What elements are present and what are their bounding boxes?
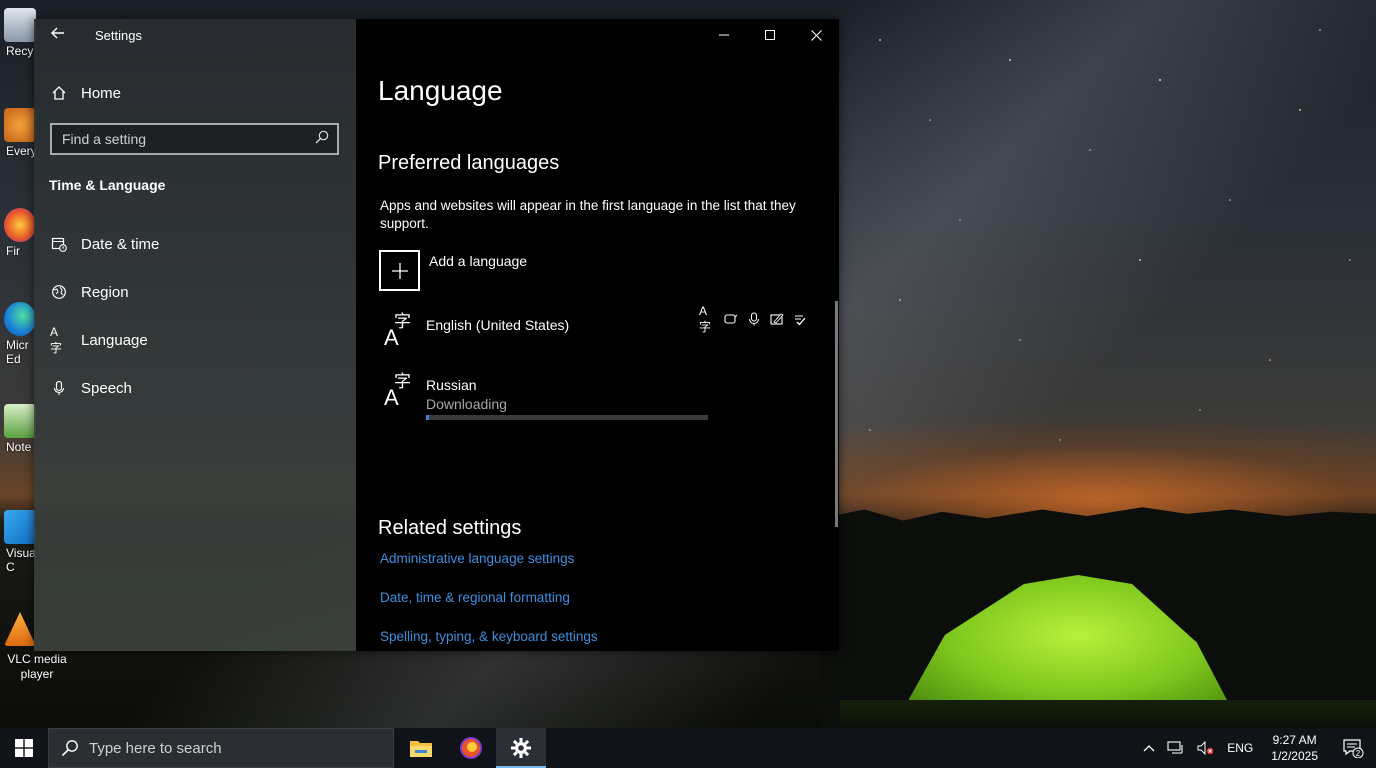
- search-icon[interactable]: [315, 130, 329, 149]
- vscode-icon: [4, 510, 36, 544]
- volume-button[interactable]: [1191, 741, 1221, 755]
- download-progress-fill: [426, 415, 429, 420]
- notepad-plus-icon: [4, 404, 36, 438]
- taskbar-search-input[interactable]: [89, 739, 393, 757]
- close-button[interactable]: [793, 19, 839, 51]
- nav-language-label: Language: [81, 331, 148, 349]
- language-glyph-icon: A字: [384, 312, 411, 350]
- action-center-button[interactable]: 2: [1330, 738, 1376, 758]
- nav-date-time[interactable]: Date & time: [50, 232, 159, 256]
- link-administrative-language-settings[interactable]: Administrative language settings: [380, 551, 574, 566]
- add-language-label: Add a language: [429, 253, 528, 269]
- globe-icon: [50, 283, 68, 301]
- nav-speech[interactable]: Speech: [50, 376, 132, 400]
- input-language-indicator[interactable]: ENG: [1221, 741, 1259, 755]
- download-progress-bar: [426, 415, 708, 420]
- search-icon: [61, 740, 78, 757]
- content-scrollbar[interactable]: [835, 301, 838, 527]
- search-input[interactable]: [62, 131, 315, 147]
- language-feature-icons: A字: [699, 303, 809, 334]
- notification-icon: 2: [1343, 739, 1364, 758]
- show-hidden-icons-button[interactable]: [1137, 744, 1161, 752]
- speech-recognition-icon: [745, 310, 763, 328]
- nav-region-label: Region: [81, 283, 129, 301]
- language-row-english[interactable]: A字 English (United States): [382, 313, 569, 349]
- preferred-languages-heading: Preferred languages: [378, 152, 560, 174]
- everything-app-icon: [4, 108, 36, 142]
- preferred-languages-description: Apps and websites will appear in the fir…: [380, 198, 796, 231]
- display-language-icon: A字: [699, 303, 712, 334]
- arrow-left-icon: [51, 27, 64, 39]
- window-caption-buttons: [701, 19, 839, 51]
- taskbar: ENG 9:27 AM 1/2/2025 2: [0, 728, 1376, 768]
- window-title: Settings: [95, 28, 142, 43]
- text-to-speech-icon: [722, 310, 740, 328]
- taskbar-firefox[interactable]: [446, 728, 496, 768]
- language-name: English (United States): [426, 317, 570, 333]
- spell-check-icon: [791, 310, 809, 328]
- language-icon: A字: [50, 324, 63, 355]
- minimize-button[interactable]: [701, 19, 747, 51]
- maximize-button[interactable]: [747, 19, 793, 51]
- nav-home[interactable]: Home: [50, 81, 121, 105]
- start-button[interactable]: [0, 728, 48, 768]
- close-icon: [810, 29, 822, 41]
- notification-count: 2: [1356, 749, 1361, 758]
- folder-icon: [410, 741, 432, 757]
- clock-time: 9:27 AM: [1272, 733, 1317, 747]
- grass: [840, 700, 1376, 728]
- volume-muted-icon: [1197, 741, 1214, 755]
- link-date-time-regional-formatting[interactable]: Date, time & regional formatting: [380, 590, 570, 605]
- language-name: Russian: [426, 377, 477, 393]
- chevron-up-icon: [1143, 745, 1155, 752]
- language-glyph-icon: A字: [384, 372, 411, 410]
- system-tray: ENG 9:27 AM 1/2/2025 2: [1137, 728, 1376, 768]
- nav-date-time-label: Date & time: [81, 235, 160, 253]
- recycle-bin-icon: [4, 8, 36, 42]
- windows-logo-icon: [15, 739, 33, 757]
- microphone-icon: [50, 379, 68, 397]
- link-spelling-typing-keyboard-settings[interactable]: Spelling, typing, & keyboard settings: [380, 629, 598, 644]
- taskbar-search-box[interactable]: [48, 728, 394, 768]
- vlc-label: VLC media player: [7, 652, 67, 681]
- vlc-icon: [4, 612, 36, 646]
- nav-region[interactable]: Region: [50, 280, 129, 304]
- nav-speech-label: Speech: [81, 379, 132, 397]
- settings-content: Language Preferred languages Apps and we…: [356, 19, 839, 651]
- taskbar-settings[interactable]: [496, 728, 546, 768]
- related-settings-heading: Related settings: [378, 517, 522, 539]
- language-row-russian[interactable]: A字 Russian Downloading: [382, 373, 507, 412]
- settings-sidebar: Settings Home Time & Language Date & tim…: [34, 19, 356, 651]
- edge-icon: [4, 302, 36, 336]
- settings-window: Settings Home Time & Language Date & tim…: [34, 19, 839, 651]
- clock-date: 1/2/2025: [1271, 749, 1318, 763]
- minimize-icon: [719, 34, 729, 36]
- add-language-button[interactable]: Add a language: [379, 250, 527, 291]
- taskbar-clock[interactable]: 9:27 AM 1/2/2025: [1259, 732, 1330, 764]
- calendar-clock-icon: [50, 235, 68, 253]
- settings-search-box[interactable]: [50, 123, 339, 155]
- home-icon: [50, 84, 68, 102]
- back-button[interactable]: [46, 25, 70, 45]
- gear-icon: [511, 738, 531, 758]
- network-button[interactable]: [1161, 741, 1191, 755]
- page-title: Language: [378, 75, 503, 106]
- plus-icon: [379, 250, 420, 291]
- taskbar-file-explorer[interactable]: [396, 728, 446, 768]
- maximize-icon: [765, 30, 775, 40]
- handwriting-icon: [768, 310, 786, 328]
- firefox-icon: [4, 208, 36, 242]
- network-icon: [1167, 741, 1183, 754]
- nav-language[interactable]: A字 Language: [50, 324, 148, 355]
- nav-home-label: Home: [81, 84, 122, 102]
- language-status: Downloading: [426, 396, 507, 412]
- section-title: Time & Language: [49, 177, 166, 193]
- firefox-icon: [460, 737, 482, 759]
